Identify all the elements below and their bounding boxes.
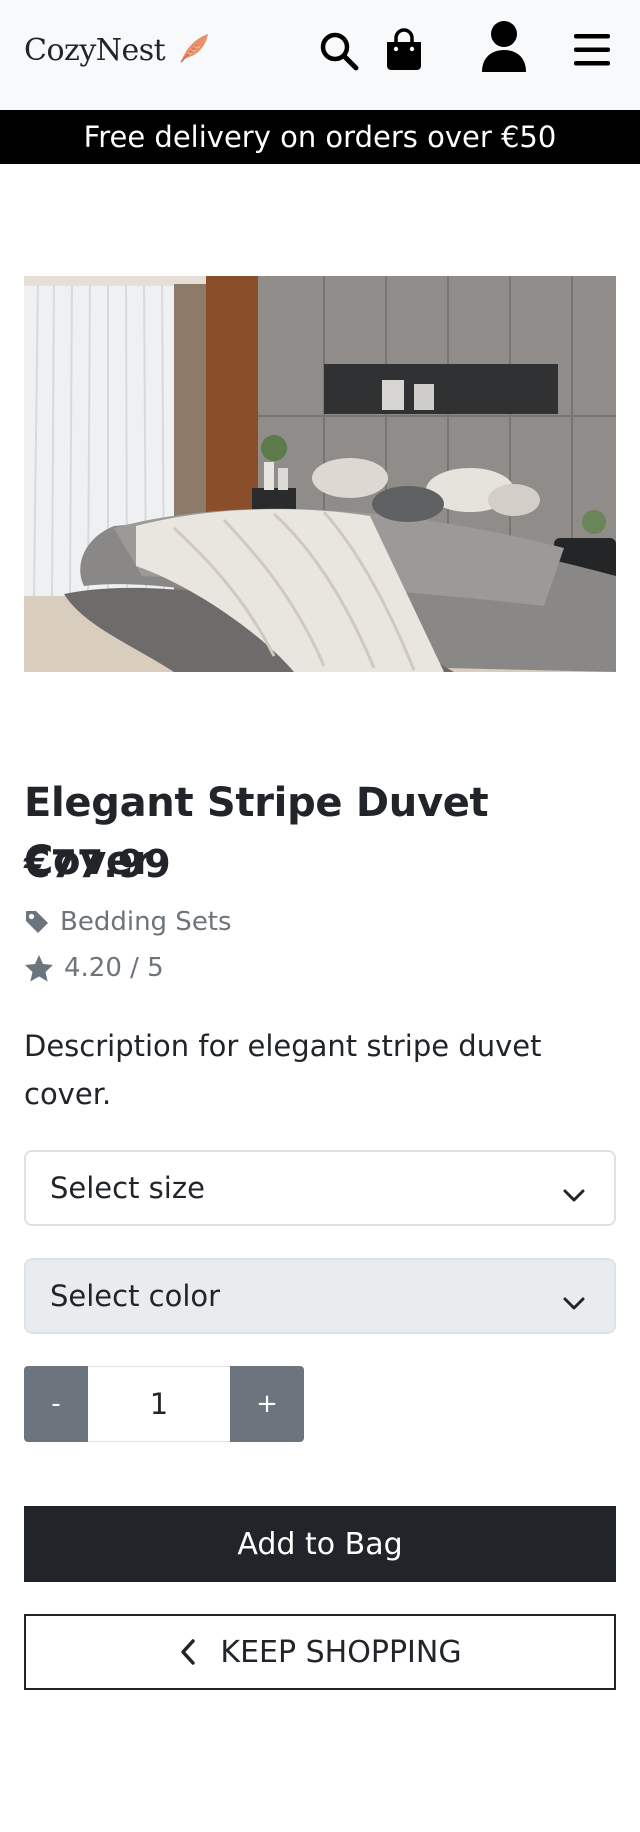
shopping-bag-icon[interactable] bbox=[384, 28, 424, 72]
rating-value: 4.20 / 5 bbox=[64, 953, 164, 983]
tag-icon bbox=[24, 909, 50, 935]
navbar: CozyNest bbox=[0, 0, 640, 110]
color-select-value: Select color bbox=[50, 1279, 221, 1313]
size-select-value: Select size bbox=[50, 1171, 205, 1205]
delivery-banner-text: Free delivery on orders over €50 bbox=[83, 120, 557, 154]
add-to-bag-button[interactable]: Add to Bag bbox=[24, 1506, 616, 1582]
category-label: Bedding Sets bbox=[60, 907, 232, 937]
brand-logo[interactable]: CozyNest bbox=[24, 30, 211, 70]
product-image bbox=[24, 276, 616, 672]
product-price: €77.99 bbox=[24, 842, 171, 886]
chevron-left-icon bbox=[178, 1637, 198, 1667]
product-description: Description for elegant stripe duvet cov… bbox=[24, 1029, 542, 1111]
quantity-input[interactable]: 1 bbox=[88, 1366, 230, 1442]
color-select[interactable]: Select color bbox=[24, 1258, 616, 1334]
product-rating: 4.20 / 5 bbox=[24, 950, 164, 986]
size-select[interactable]: Select size bbox=[24, 1150, 616, 1226]
keep-shopping-label: KEEP SHOPPING bbox=[220, 1634, 462, 1670]
quantity-increment-button[interactable]: + bbox=[230, 1366, 304, 1442]
search-icon[interactable] bbox=[318, 30, 360, 72]
keep-shopping-button[interactable]: KEEP SHOPPING bbox=[24, 1614, 616, 1690]
star-icon bbox=[24, 954, 54, 982]
chevron-down-icon bbox=[562, 1178, 586, 1212]
chevron-down-icon bbox=[562, 1286, 586, 1320]
quantity-decrement-button[interactable]: - bbox=[24, 1366, 88, 1442]
delivery-banner: Free delivery on orders over €50 bbox=[0, 110, 640, 164]
product-category[interactable]: Bedding Sets bbox=[24, 904, 232, 940]
menu-icon[interactable] bbox=[572, 32, 612, 68]
brand-name: CozyNest bbox=[24, 32, 166, 68]
add-to-bag-label: Add to Bag bbox=[237, 1526, 403, 1562]
feather-icon bbox=[177, 31, 211, 69]
user-icon[interactable] bbox=[480, 20, 528, 74]
